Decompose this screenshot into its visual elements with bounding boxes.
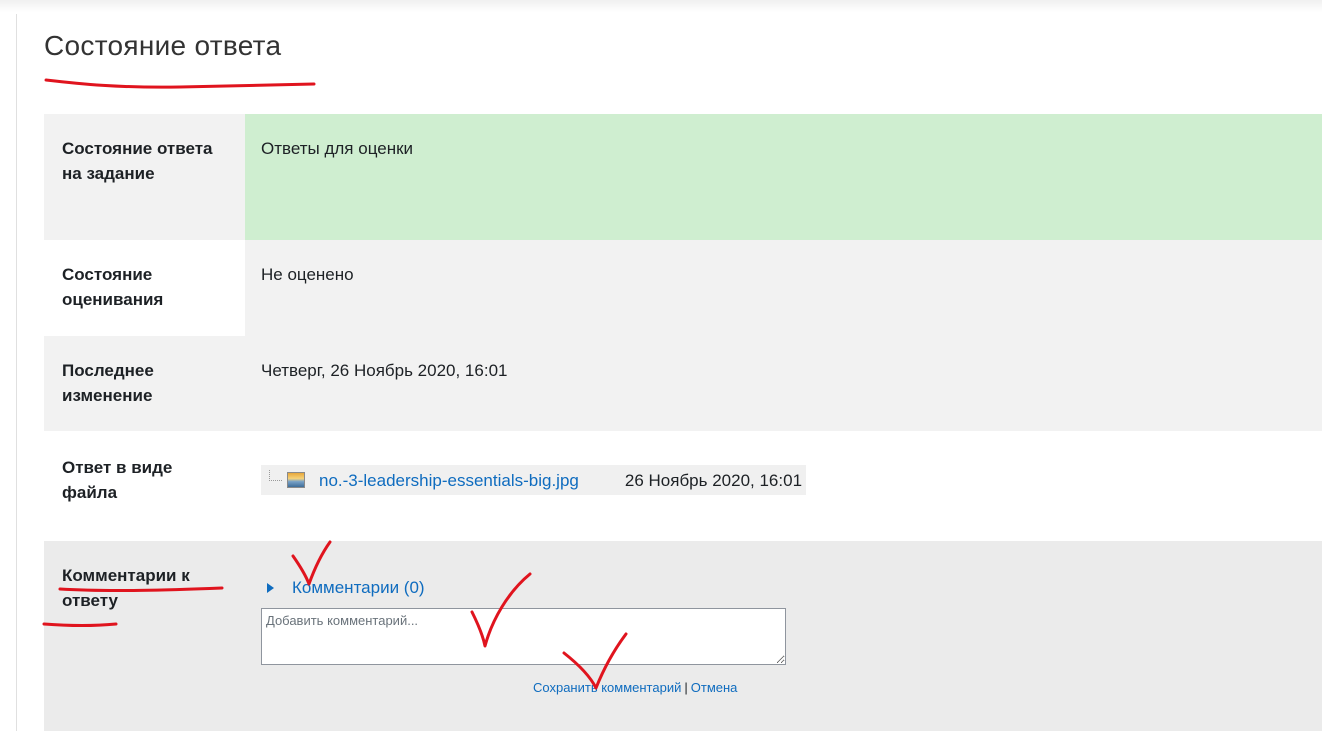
submission-status-table: Состояние ответа на задание Ответы для о… bbox=[44, 114, 1322, 731]
underline-heading bbox=[44, 78, 316, 89]
file-date: 26 Ноябрь 2020, 16:01 bbox=[624, 470, 803, 490]
comments-panel: Комментарии (0) Сохранить комментарий|От… bbox=[261, 563, 1306, 700]
comments-cell: Комментарии (0) Сохранить комментарий|От… bbox=[245, 541, 1322, 731]
submission-status-value: Ответы для оценки bbox=[245, 114, 1322, 240]
row-submission-comments: Комментарии к ответу Комментарии (0) Сох… bbox=[44, 541, 1322, 731]
row-grading-status: Состояние оценивания Не оценено bbox=[44, 240, 1322, 336]
left-border bbox=[16, 14, 17, 731]
row-label: Последнее изменение bbox=[62, 361, 154, 405]
row-label: Комментарии к ответу bbox=[62, 566, 190, 610]
image-file-icon bbox=[287, 472, 305, 488]
comments-toggle-link[interactable]: Комментарии (0) bbox=[267, 575, 1306, 600]
file-submission-cell: no.-3-leadership-essentials-big.jpg 26 Н… bbox=[245, 431, 1322, 541]
file-link[interactable]: no.-3-leadership-essentials-big.jpg bbox=[319, 468, 579, 493]
comment-textarea[interactable] bbox=[261, 608, 786, 665]
row-label: Ответ в виде файла bbox=[62, 458, 173, 502]
row-last-modified: Последнее изменение Четверг, 26 Ноябрь 2… bbox=[44, 336, 1322, 431]
row-file-submission: Ответ в виде файла no.-3-leadership-esse… bbox=[44, 431, 1322, 541]
grading-status-value: Не оценено bbox=[261, 265, 354, 284]
tree-line-icon bbox=[265, 470, 287, 490]
section-heading: Состояние ответа bbox=[44, 30, 282, 61]
comments-toggle-label: Комментарии (0) bbox=[292, 578, 425, 597]
separator: | bbox=[684, 680, 688, 695]
row-submission-status: Состояние ответа на задание Ответы для о… bbox=[44, 114, 1322, 240]
cancel-comment-link[interactable]: Отмена bbox=[691, 680, 738, 695]
top-shadow bbox=[0, 0, 1322, 12]
row-label: Состояние оценивания bbox=[44, 240, 245, 336]
row-label: Состояние ответа на задание bbox=[62, 139, 213, 183]
last-modified-value: Четверг, 26 Ноябрь 2020, 16:01 bbox=[261, 361, 508, 380]
comment-actions: Сохранить комментарий | Отмена bbox=[533, 675, 1306, 700]
save-comment-link[interactable]: Сохранить комментарий bbox=[533, 680, 681, 695]
caret-right-icon bbox=[267, 582, 274, 593]
file-entry: no.-3-leadership-essentials-big.jpg 26 Н… bbox=[261, 465, 807, 495]
